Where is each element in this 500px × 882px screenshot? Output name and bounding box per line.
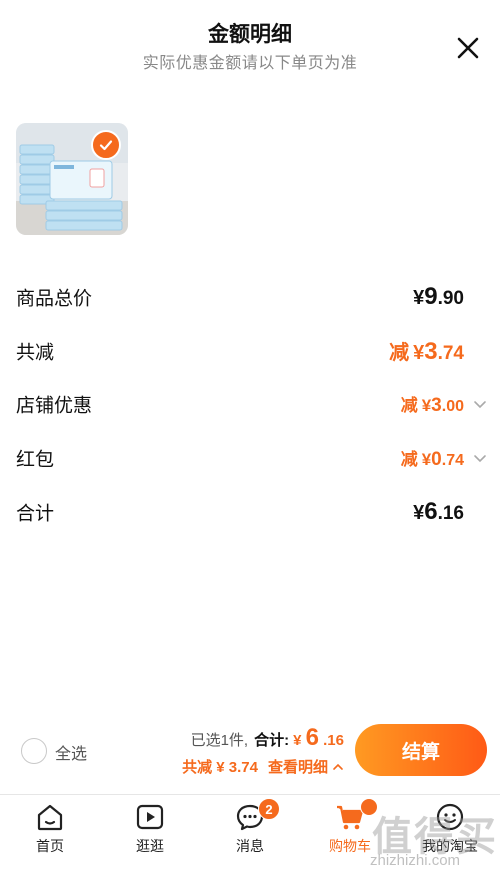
discount-prefix: 减	[400, 396, 418, 415]
amount-integer: 3	[424, 338, 438, 365]
row-label: 商品总价	[16, 288, 93, 310]
amount-decimal: .90	[437, 288, 464, 309]
check-icon	[99, 140, 113, 151]
play-icon	[136, 804, 164, 830]
currency-symbol: ¥	[413, 342, 425, 364]
row-value: 减 ¥ 3 .00	[401, 391, 464, 417]
select-all-label[interactable]: 全选	[55, 740, 87, 764]
row-value: ¥ 9 .90	[413, 283, 464, 311]
tab-browse[interactable]: 逛逛	[100, 795, 200, 859]
tab-label: 首页	[36, 838, 64, 854]
page-subtitle: 实际优惠金额请以下单页为准	[142, 55, 358, 72]
message-count-badge: 2	[258, 798, 280, 820]
amount-decimal: .16	[437, 503, 464, 524]
row-total-discount: 共减 减 ¥ 3 .74	[16, 331, 484, 371]
amount-decimal: .74	[437, 343, 464, 364]
row-label: 合计	[16, 503, 55, 525]
checkout-button[interactable]: 结算	[355, 724, 487, 776]
amount-integer: 6	[424, 498, 438, 525]
amount-integer: 6	[305, 724, 319, 751]
amount-decimal: .00	[441, 398, 464, 415]
row-label: 店铺优惠	[16, 395, 93, 417]
home-icon	[37, 804, 63, 831]
discount-text: 共减 ¥ 3.74	[182, 759, 258, 776]
amount-decimal: .74	[441, 452, 464, 469]
close-button[interactable]	[452, 32, 484, 64]
chevron-down-icon[interactable]	[472, 396, 488, 412]
row-label: 红包	[16, 449, 55, 471]
discount-summary: 共减 ¥ 3.74 查看明细	[182, 756, 344, 777]
amount-integer: 3	[431, 395, 442, 416]
currency-symbol: ¥	[413, 502, 425, 524]
view-detail-link[interactable]: 查看明细	[268, 756, 328, 777]
discount-prefix: 减	[400, 450, 418, 469]
close-icon	[457, 37, 479, 59]
row-value: 减 ¥ 0 .74	[401, 445, 464, 471]
amount-integer: 9	[424, 283, 438, 310]
currency-symbol: ¥	[421, 450, 432, 469]
chevron-down-icon[interactable]	[472, 450, 488, 466]
watermark-url: zhizhizhi.com	[370, 852, 461, 869]
discount-prefix: 减	[389, 342, 410, 364]
total-label: 合计:	[254, 732, 290, 749]
row-store-discount[interactable]: 店铺优惠 减 ¥ 3 .00	[16, 384, 486, 424]
currency-symbol: ¥	[293, 732, 302, 749]
select-all-radio[interactable]	[21, 738, 47, 764]
selection-summary: 已选1件, 合计: ¥ 6 .16	[191, 724, 344, 752]
detail-header: 金额明细 实际优惠金额请以下单页为准	[0, 0, 500, 90]
tab-label: 消息	[236, 838, 264, 854]
row-red-packet[interactable]: 红包 减 ¥ 0 .74	[16, 438, 486, 478]
page-title: 金额明细	[208, 23, 292, 46]
tab-home[interactable]: 首页	[0, 795, 100, 859]
row-value: ¥ 6 .16	[413, 498, 464, 526]
tab-messages[interactable]: 消息	[200, 795, 300, 859]
row-label: 共减	[16, 342, 55, 364]
tab-label: 逛逛	[136, 838, 164, 854]
selected-check-badge[interactable]	[91, 130, 121, 160]
currency-symbol: ¥	[421, 396, 432, 415]
chevron-up-icon[interactable]	[332, 761, 344, 773]
amount-decimal: .16	[323, 732, 344, 749]
total-amount: ¥ 6 .16	[293, 724, 344, 752]
amount-integer: 0	[431, 449, 442, 470]
row-goods-total: 商品总价 ¥ 9 .90	[16, 277, 484, 317]
selected-count: 已选1件,	[190, 732, 249, 749]
row-grand-total: 合计 ¥ 6 .16	[16, 492, 484, 532]
currency-symbol: ¥	[413, 287, 425, 309]
row-value: 减 ¥ 3 .74	[389, 336, 464, 366]
